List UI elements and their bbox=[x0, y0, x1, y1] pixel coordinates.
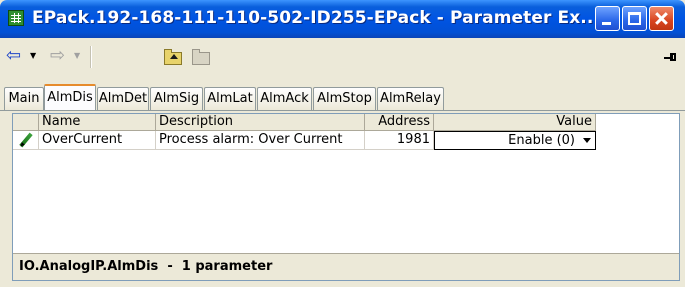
tab-almlat[interactable]: AlmLat bbox=[204, 87, 256, 110]
pencil-icon bbox=[19, 133, 33, 147]
back-arrow-icon[interactable]: ⇦ bbox=[6, 46, 28, 66]
minimize-icon bbox=[602, 22, 611, 25]
status-bar: IO.AnalogIP.AlmDis - 1 parameter bbox=[13, 253, 679, 280]
close-button[interactable] bbox=[649, 6, 674, 31]
pin-icon[interactable] bbox=[664, 52, 678, 64]
chevron-down-icon[interactable] bbox=[583, 138, 591, 143]
maximize-button[interactable] bbox=[622, 6, 647, 31]
tab-almstop[interactable]: AlmStop bbox=[313, 87, 376, 110]
column-header-marker bbox=[13, 114, 39, 131]
parameter-panel: Name Description Address Value OverCurre… bbox=[12, 113, 680, 281]
back-history-dropdown[interactable]: ▼ bbox=[30, 46, 40, 66]
value-dropdown[interactable]: Enable (0) bbox=[434, 131, 596, 150]
column-header-value[interactable]: Value bbox=[434, 114, 596, 131]
tab-almack[interactable]: AlmAck bbox=[257, 87, 312, 110]
value-selected: Enable (0) bbox=[508, 133, 575, 148]
app-table-icon bbox=[8, 10, 24, 26]
column-header-name[interactable]: Name bbox=[39, 114, 156, 131]
maximize-icon bbox=[628, 12, 641, 25]
parameter-explorer-window: EPack.192-168-111-110-502-ID255-EPack - … bbox=[0, 0, 685, 287]
tab-almsig[interactable]: AlmSig bbox=[150, 87, 203, 110]
tab-almrelay[interactable]: AlmRelay bbox=[377, 87, 444, 110]
tab-main[interactable]: Main bbox=[4, 87, 44, 110]
parameter-grid: Name Description Address Value OverCurre… bbox=[13, 114, 679, 252]
forward-history-dropdown[interactable]: ▼ bbox=[74, 46, 84, 66]
window-title: EPack.192-168-111-110-502-ID255-EPack - … bbox=[32, 8, 600, 28]
tab-divider bbox=[0, 110, 685, 111]
folder-up-icon[interactable] bbox=[164, 49, 182, 65]
row-edit-marker bbox=[13, 131, 39, 150]
cell-description[interactable]: Process alarm: Over Current bbox=[156, 131, 365, 150]
forward-arrow-icon[interactable]: ⇨ bbox=[50, 46, 72, 66]
tab-strip: Main AlmDis AlmDet AlmSig AlmLat AlmAck … bbox=[0, 78, 685, 110]
folder-icon[interactable] bbox=[192, 49, 210, 65]
cell-address[interactable]: 1981 bbox=[365, 131, 434, 150]
column-header-description[interactable]: Description bbox=[156, 114, 365, 131]
toolbar-separator bbox=[90, 46, 92, 68]
close-icon bbox=[650, 7, 673, 30]
cell-name[interactable]: OverCurrent bbox=[39, 131, 156, 150]
toolbar: ⇦ ▼ ⇨ ▼ bbox=[0, 38, 685, 78]
title-bar[interactable]: EPack.192-168-111-110-502-ID255-EPack - … bbox=[0, 0, 685, 38]
minimize-button[interactable] bbox=[595, 6, 620, 31]
tab-almdis[interactable]: AlmDis bbox=[44, 84, 96, 110]
tab-almdet[interactable]: AlmDet bbox=[97, 87, 149, 110]
column-header-address[interactable]: Address bbox=[365, 114, 434, 131]
